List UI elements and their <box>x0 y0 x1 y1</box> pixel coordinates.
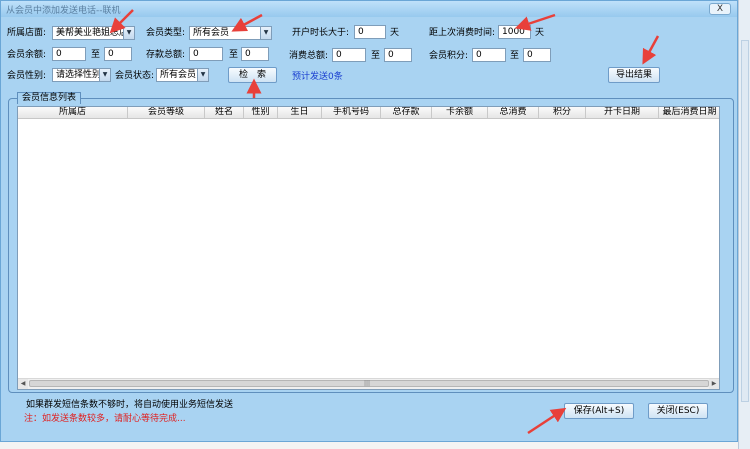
balance-from-input[interactable]: 0 <box>52 47 86 61</box>
estimate-count-text: 预计发送0条 <box>292 72 343 82</box>
wait-warning-text: 注：如发送条数较多，请耐心等待完成... <box>24 414 186 424</box>
title-bar: 从会员中添加发送电话--联机 X <box>1 1 737 17</box>
balance-to-label: 至 <box>91 50 101 60</box>
dialog-window: 从会员中添加发送电话--联机 X 所属店面: 美帮美业艳姐总店 ▼ 会员类型: … <box>0 0 738 442</box>
last-consume-input[interactable]: 1000 <box>498 25 531 39</box>
chevron-down-icon: ▼ <box>197 69 208 81</box>
member-type-label: 会员类型: <box>146 28 186 38</box>
deposit-from-input[interactable]: 0 <box>189 47 223 61</box>
scroll-left-icon[interactable]: ◀ <box>18 379 28 389</box>
scroll-right-icon[interactable]: ▶ <box>709 379 719 389</box>
open-duration-label: 开户时长大于: <box>292 28 350 38</box>
chevron-down-icon: ▼ <box>123 27 134 39</box>
column-header-store[interactable]: 所属店 <box>18 107 128 118</box>
member-list-title: 会员信息列表 <box>17 92 82 104</box>
sms-info-text: 如果群发短信条数不够时，将自动使用业务短信发送 <box>26 400 234 410</box>
member-type-select-value: 所有会员 <box>193 28 230 38</box>
save-button[interactable]: 保存(Alt+S) <box>564 403 634 419</box>
background-window-edge <box>738 0 750 449</box>
status-select[interactable]: 所有会员 ▼ <box>156 68 209 82</box>
consume-total-label: 消费总额: <box>289 51 329 61</box>
status-label: 会员状态: <box>115 71 155 81</box>
gender-label: 会员性别: <box>7 71 47 81</box>
export-results-button[interactable]: 导出结果 <box>608 67 660 83</box>
close-window-button[interactable]: X <box>709 3 731 15</box>
consume-total-to-label: 至 <box>371 51 381 61</box>
column-header-card-balance[interactable]: 卡余额 <box>432 107 488 118</box>
deposit-to-label: 至 <box>229 50 239 60</box>
gender-select-value: 请选择性别 <box>56 70 102 80</box>
column-header-total-consume[interactable]: 总消费 <box>488 107 539 118</box>
grip-icon: ||| <box>364 380 371 387</box>
store-select-value: 美帮美业艳姐总店 <box>56 28 129 38</box>
column-header-level[interactable]: 会员等级 <box>128 107 205 118</box>
last-consume-label: 距上次消费时间: <box>429 28 496 38</box>
column-header-name[interactable]: 姓名 <box>205 107 244 118</box>
consume-total-from-input[interactable]: 0 <box>332 48 366 62</box>
deposit-to-input[interactable]: 0 <box>241 47 269 61</box>
open-duration-input[interactable]: 0 <box>354 25 386 39</box>
balance-label: 会员余额: <box>7 50 47 60</box>
points-from-input[interactable]: 0 <box>472 48 506 62</box>
store-label: 所属店面: <box>7 28 47 38</box>
column-header-open-date[interactable]: 开卡日期 <box>586 107 659 118</box>
deposit-label: 存款总额: <box>146 50 186 60</box>
gender-select[interactable]: 请选择性别 ▼ <box>52 68 111 82</box>
member-table[interactable]: 所属店 会员等级 姓名 性别 生日 手机号码 总存款 卡余额 总消费 积分 开卡… <box>17 106 720 390</box>
column-header-last-consume-date[interactable]: 最后消费日期 <box>659 107 719 118</box>
member-type-select[interactable]: 所有会员 ▼ <box>189 26 272 40</box>
column-header-gender[interactable]: 性别 <box>244 107 278 118</box>
column-header-total-deposit[interactable]: 总存款 <box>381 107 432 118</box>
column-header-birthday[interactable]: 生日 <box>278 107 322 118</box>
window-title: 从会员中添加发送电话--联机 <box>6 6 121 16</box>
search-button[interactable]: 检 索 <box>228 67 277 83</box>
chevron-down-icon: ▼ <box>260 27 271 39</box>
points-to-label: 至 <box>510 51 520 61</box>
chevron-down-icon: ▼ <box>99 69 110 81</box>
close-button[interactable]: 关闭(ESC) <box>648 403 708 419</box>
horizontal-scrollbar[interactable]: ◀ ||| ▶ <box>18 378 719 389</box>
open-duration-unit: 天 <box>390 28 400 38</box>
points-label: 会员积分: <box>429 51 469 61</box>
points-to-input[interactable]: 0 <box>523 48 551 62</box>
store-select[interactable]: 美帮美业艳姐总店 ▼ <box>52 26 135 40</box>
column-header-phone[interactable]: 手机号码 <box>322 107 381 118</box>
table-header-row: 所属店 会员等级 姓名 性别 生日 手机号码 总存款 卡余额 总消费 积分 开卡… <box>18 107 719 119</box>
last-consume-unit: 天 <box>535 28 545 38</box>
consume-total-to-input[interactable]: 0 <box>384 48 412 62</box>
status-select-value: 所有会员 <box>160 70 197 80</box>
balance-to-input[interactable]: 0 <box>104 47 132 61</box>
column-header-points[interactable]: 积分 <box>539 107 586 118</box>
scrollbar-thumb[interactable]: ||| <box>29 380 709 387</box>
